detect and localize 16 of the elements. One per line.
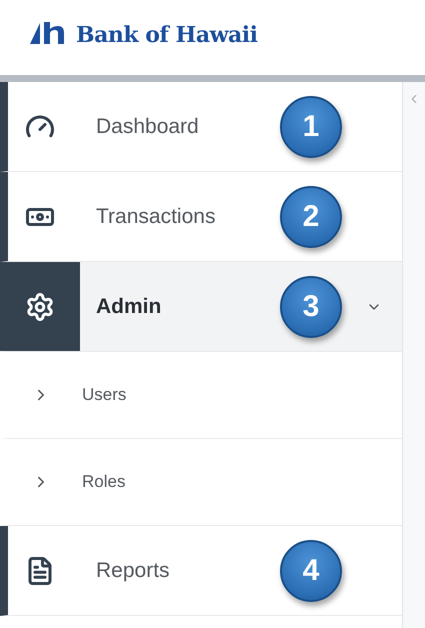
- nav-item[interactable]: Reports 4: [0, 526, 402, 616]
- nav-label: Admin: [96, 294, 162, 318]
- logo-text: Bank of Hawaii: [76, 21, 258, 50]
- gear-icon: [25, 292, 55, 322]
- step-badge: 2: [280, 186, 342, 248]
- nav-label: Transactions: [96, 204, 216, 228]
- step-badge: 4: [280, 540, 342, 602]
- nav-item[interactable]: Transactions 2: [0, 172, 402, 262]
- nav-label: Roles: [82, 472, 126, 492]
- step-badge: 1: [280, 96, 342, 158]
- nav-label: Reports: [96, 558, 171, 582]
- nav-item[interactable]: Dashboard 1: [0, 82, 402, 172]
- nav-item[interactable]: Admin 3: [0, 262, 402, 352]
- nav-label: Dashboard: [96, 114, 200, 138]
- nav-label: Users: [82, 385, 128, 405]
- step-badge: 3: [280, 276, 342, 338]
